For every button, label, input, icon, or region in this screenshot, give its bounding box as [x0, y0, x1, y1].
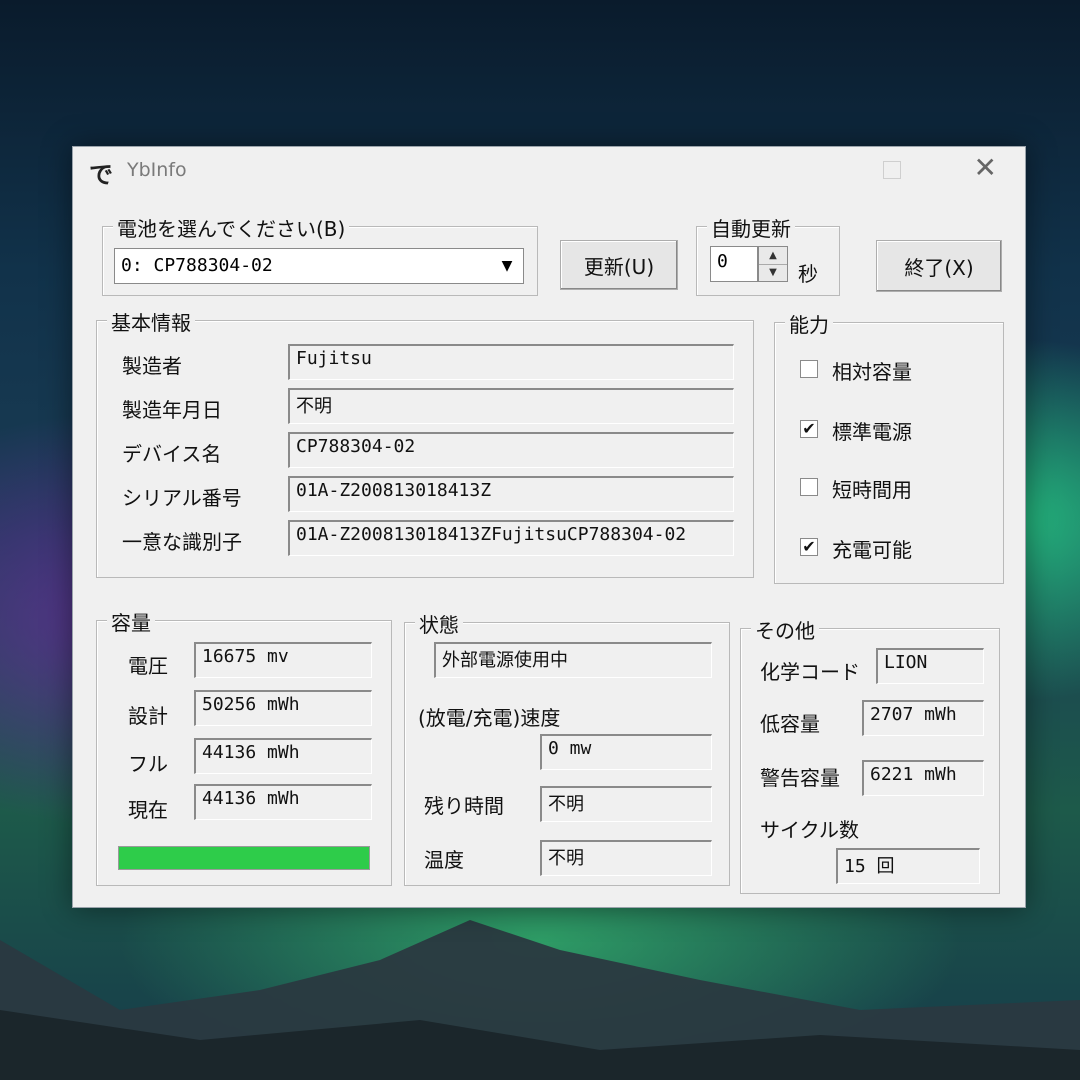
capacity-legend: 容量 [107, 607, 155, 636]
mountain-silhouette [0, 920, 1080, 1080]
chemistry-field[interactable]: LION [876, 648, 984, 684]
other-legend: その他 [751, 615, 819, 644]
remaining-time-field[interactable]: 不明 [540, 786, 712, 822]
voltage-label: 電圧 [128, 654, 168, 678]
remaining-time-label: 残り時間 [424, 794, 504, 818]
close-icon[interactable]: ✕ [974, 151, 997, 184]
standard-power-label: 標準電源 [832, 420, 912, 444]
battery-combobox[interactable]: 0: CP788304-02 ▼ [114, 248, 524, 284]
auto-refresh-input[interactable]: 0 [710, 246, 758, 282]
rate-field[interactable]: 0 mw [540, 734, 712, 770]
low-capacity-label: 低容量 [760, 712, 820, 736]
spin-up-icon[interactable]: ▲ [759, 247, 787, 265]
rate-label: (放電/充電)速度 [418, 706, 561, 730]
design-capacity-label: 設計 [128, 704, 168, 728]
voltage-field[interactable]: 16675 mv [194, 642, 372, 678]
warning-capacity-field[interactable]: 6221 mWh [862, 760, 984, 796]
device-name-field[interactable]: CP788304-02 [288, 432, 734, 468]
battery-selected-value: 0: CP788304-02 [121, 255, 273, 276]
current-capacity-field[interactable]: 44136 mWh [194, 784, 372, 820]
chevron-down-icon[interactable]: ▼ [495, 253, 519, 279]
battery-select-legend: 電池を選んでください(B) [113, 213, 350, 242]
manufacture-date-label: 製造年月日 [122, 398, 222, 422]
serial-number-label: シリアル番号 [122, 486, 242, 510]
capabilities-legend: 能力 [785, 309, 833, 338]
unique-id-label: 一意な識別子 [122, 530, 242, 554]
manufacturer-field[interactable]: Fujitsu [288, 344, 734, 380]
cycle-count-field[interactable]: 15 回 [836, 848, 980, 884]
exit-button[interactable]: 終了(X) [876, 240, 1002, 292]
app-icon: で [89, 161, 113, 189]
short-term-checkbox[interactable] [800, 478, 818, 496]
relative-capacity-label: 相対容量 [832, 360, 912, 384]
manufacturer-label: 製造者 [122, 354, 182, 378]
temperature-label: 温度 [424, 848, 464, 872]
charge-progress-bar [118, 846, 370, 870]
charge-progress-fill [119, 847, 369, 869]
maximize-icon[interactable] [883, 161, 901, 179]
serial-number-field[interactable]: 01A-Z200813018413Z [288, 476, 734, 512]
warning-capacity-label: 警告容量 [760, 766, 840, 790]
design-capacity-field[interactable]: 50256 mWh [194, 690, 372, 726]
spin-down-icon[interactable]: ▼ [759, 264, 787, 281]
rechargeable-checkbox[interactable]: ✔ [800, 538, 818, 556]
cycle-count-label: サイクル数 [760, 818, 859, 842]
auto-refresh-legend: 自動更新 [707, 213, 795, 242]
short-term-label: 短時間用 [832, 478, 912, 502]
window-title: YbInfo [127, 159, 187, 181]
auto-refresh-spinner[interactable]: ▲ ▼ [758, 246, 788, 282]
standard-power-checkbox[interactable]: ✔ [800, 420, 818, 438]
basic-info-legend: 基本情報 [107, 307, 195, 336]
chemistry-label: 化学コード [760, 660, 860, 684]
unique-id-field[interactable]: 01A-Z200813018413ZFujitsuCP788304-02 [288, 520, 734, 556]
rechargeable-label: 充電可能 [832, 538, 912, 562]
low-capacity-field[interactable]: 2707 mWh [862, 700, 984, 736]
full-capacity-label: フル [128, 752, 168, 776]
manufacture-date-field[interactable]: 不明 [288, 388, 734, 424]
device-name-label: デバイス名 [122, 442, 222, 466]
relative-capacity-checkbox[interactable] [800, 360, 818, 378]
auto-refresh-unit: 秒 [798, 262, 818, 286]
title-bar[interactable]: で YbInfo ✕ [73, 147, 1025, 191]
refresh-button[interactable]: 更新(U) [560, 240, 678, 290]
current-capacity-label: 現在 [128, 798, 168, 822]
full-capacity-field[interactable]: 44136 mWh [194, 738, 372, 774]
temperature-field[interactable]: 不明 [540, 840, 712, 876]
power-source-field[interactable]: 外部電源使用中 [434, 642, 712, 678]
status-legend: 状態 [415, 609, 463, 638]
